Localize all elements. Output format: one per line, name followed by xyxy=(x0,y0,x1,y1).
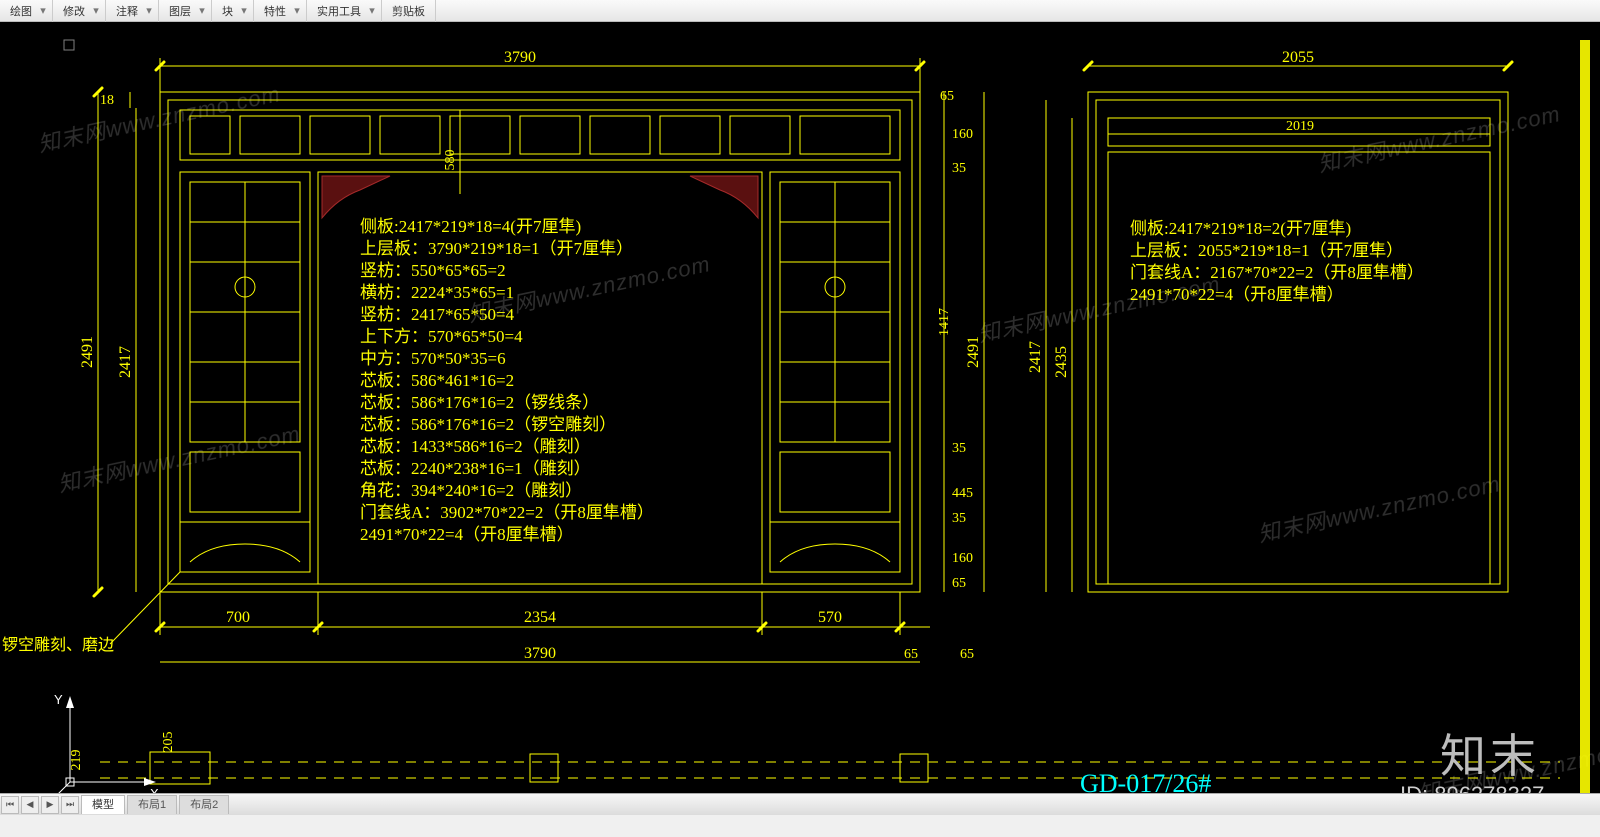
watermark-text: 知末网www.znzmo.com xyxy=(56,421,303,497)
svg-text:35: 35 xyxy=(952,441,966,456)
ucs-icon: Y X xyxy=(54,692,159,801)
panel-label: 绘图 xyxy=(4,3,38,19)
tab-nav-last[interactable]: ⏭ xyxy=(61,796,79,814)
svg-text:门套线A：2167*70*22=2（开8厘隼槽）: 门套线A：2167*70*22=2（开8厘隼槽） xyxy=(1130,263,1424,282)
svg-text:700: 700 xyxy=(226,609,250,626)
panel-blocks[interactable]: 块 ▾ xyxy=(212,0,254,22)
svg-text:角花：394*240*16=2（雕刻）: 角花：394*240*16=2（雕刻） xyxy=(360,481,582,500)
svg-text:219: 219 xyxy=(69,750,84,771)
svg-text:上下方：570*65*50=4: 上下方：570*65*50=4 xyxy=(360,327,523,346)
chevron-down-icon[interactable]: ▾ xyxy=(292,4,302,17)
spec-right: 侧板:2417*219*18=2(开7厘隼) 上层板：2055*219*18=1… xyxy=(1130,219,1424,304)
dim-top-w: 3790 xyxy=(504,49,536,66)
chevron-down-icon[interactable]: ▾ xyxy=(38,4,48,17)
dim-h1: 2491 xyxy=(79,336,96,368)
svg-text:芯板：2240*238*16=1（雕刻）: 芯板：2240*238*16=1（雕刻） xyxy=(360,459,591,478)
panel-layers[interactable]: 图层 ▾ xyxy=(159,0,212,22)
dim-header: 580 xyxy=(443,150,458,171)
panel-label: 块 xyxy=(216,3,239,19)
note-callout: 锣空雕刻、磨边 xyxy=(2,572,180,654)
drawing-canvas: 知末网www.znzmo.com 知末网www.znzmo.com 知末网www… xyxy=(0,22,1600,815)
svg-text:芯板：1433*586*16=2（雕刻）: 芯板：1433*586*16=2（雕刻） xyxy=(360,437,591,456)
chevron-down-icon[interactable]: ▾ xyxy=(239,4,249,17)
svg-text:竖枋：2417*65*50=4: 竖枋：2417*65*50=4 xyxy=(360,305,515,324)
svg-text:竖枋：550*65*65=2: 竖枋：550*65*65=2 xyxy=(360,261,506,280)
svg-text:35: 35 xyxy=(952,511,966,526)
dim-h2: 2417 xyxy=(117,346,134,378)
svg-text:芯板：586*176*16=2（锣线条）: 芯板：586*176*16=2（锣线条） xyxy=(360,393,599,412)
panel-label: 注释 xyxy=(110,3,144,19)
svg-text:2435: 2435 xyxy=(1053,346,1070,378)
layout-tab-bar: ⏮ ◀ ▶ ⏭ 模型 布局1 布局2 xyxy=(0,793,1600,815)
svg-text:横枋：2224*35*65=1: 横枋：2224*35*65=1 xyxy=(360,283,514,302)
tab-model[interactable]: 模型 xyxy=(81,795,125,814)
svg-text:445: 445 xyxy=(952,486,973,501)
svg-text:侧板:2417*219*18=4(开7厘隼): 侧板:2417*219*18=4(开7厘隼) xyxy=(360,217,581,236)
panel-annotate[interactable]: 注释 ▾ xyxy=(106,0,159,22)
brand-watermark: 知末 xyxy=(1440,730,1540,782)
svg-text:芯板：586*461*16=2: 芯板：586*461*16=2 xyxy=(360,371,514,390)
panel-draw[interactable]: 绘图 ▾ xyxy=(0,0,53,22)
panel-props[interactable]: 特性 ▾ xyxy=(254,0,307,22)
svg-text:2019: 2019 xyxy=(1286,119,1314,134)
svg-text:160: 160 xyxy=(952,127,973,142)
tab-nav-first[interactable]: ⏮ xyxy=(1,796,19,814)
svg-text:上层板：3790*219*18=1（开7厘隼）: 上层板：3790*219*18=1（开7厘隼） xyxy=(360,239,633,258)
model-viewport[interactable]: 知末网www.znzmo.com 知末网www.znzmo.com 知末网www… xyxy=(0,22,1600,815)
svg-text:芯板：586*176*16=2（锣空雕刻）: 芯板：586*176*16=2（锣空雕刻） xyxy=(360,415,616,434)
svg-text:35: 35 xyxy=(952,161,966,176)
svg-text:160: 160 xyxy=(952,551,973,566)
tab-nav-prev[interactable]: ◀ xyxy=(21,796,39,814)
dim-top-edge: 18 xyxy=(100,93,114,108)
svg-text:65: 65 xyxy=(904,647,918,662)
watermark-layer: 知末网www.znzmo.com 知末网www.znzmo.com 知末网www… xyxy=(36,81,1600,807)
tab-layout2[interactable]: 布局2 xyxy=(179,795,229,814)
dim-tr: 65 xyxy=(940,89,954,104)
svg-text:2417: 2417 xyxy=(1027,341,1044,373)
chevron-down-icon[interactable]: ▾ xyxy=(197,4,207,17)
svg-text:1417: 1417 xyxy=(937,308,952,336)
panel-label: 实用工具 xyxy=(311,3,367,19)
chevron-down-icon[interactable]: ▾ xyxy=(91,4,101,17)
chevron-down-icon[interactable]: ▾ xyxy=(367,4,377,17)
dim-rh: 2491 xyxy=(965,336,982,368)
svg-text:侧板:2417*219*18=2(开7厘隼): 侧板:2417*219*18=2(开7厘隼) xyxy=(1130,219,1351,238)
svg-text:2354: 2354 xyxy=(524,609,556,626)
panel-label: 图层 xyxy=(163,3,197,19)
svg-text:中方：570*50*35=6: 中方：570*50*35=6 xyxy=(360,349,506,368)
svg-text:Y: Y xyxy=(54,692,63,707)
panel-modify[interactable]: 修改 ▾ xyxy=(53,0,106,22)
ribbon-panel-bar: 绘图 ▾ 修改 ▾ 注释 ▾ 图层 ▾ 块 ▾ 特性 ▾ 实用工具 ▾ 剪贴板 xyxy=(0,0,1600,22)
svg-text:570: 570 xyxy=(818,609,842,626)
svg-text:2491*70*22=4（开8厘隼槽）: 2491*70*22=4（开8厘隼槽） xyxy=(360,525,574,544)
panel-utils[interactable]: 实用工具 ▾ xyxy=(307,0,382,22)
svg-text:2055: 2055 xyxy=(1282,49,1314,66)
watermark-text: 知末网www.znzmo.com xyxy=(1256,471,1503,547)
panel-label: 剪贴板 xyxy=(386,3,431,19)
watermark-text: 知末网www.znzmo.com xyxy=(976,271,1223,347)
svg-text:2491*70*22=4（开8厘隼槽）: 2491*70*22=4（开8厘隼槽） xyxy=(1130,285,1344,304)
panel-label: 修改 xyxy=(57,3,91,19)
tab-layout1[interactable]: 布局1 xyxy=(127,795,177,814)
svg-text:上层板：2055*219*18=1（开7厘隼）: 上层板：2055*219*18=1（开7厘隼） xyxy=(1130,241,1403,260)
viewport-grip[interactable] xyxy=(64,40,74,50)
panel-label: 特性 xyxy=(258,3,292,19)
plan-view: 219 205 xyxy=(69,732,1560,785)
svg-text:3790: 3790 xyxy=(524,645,556,662)
svg-text:205: 205 xyxy=(161,732,176,753)
watermark-text: 知末网www.znzmo.com xyxy=(1316,101,1563,177)
spec-left: 侧板:2417*219*18=4(开7厘隼) 上层板：3790*219*18=1… xyxy=(360,217,654,544)
panel-clipboard[interactable]: 剪贴板 xyxy=(382,0,436,22)
svg-text:65: 65 xyxy=(952,576,966,591)
viewport-edge xyxy=(1580,40,1590,815)
svg-text:锣空雕刻、磨边: 锣空雕刻、磨边 xyxy=(2,636,114,654)
chevron-down-icon[interactable]: ▾ xyxy=(144,4,154,17)
tab-nav-next[interactable]: ▶ xyxy=(41,796,59,814)
svg-text:65: 65 xyxy=(960,647,974,662)
dims-left: 3790 18 65 2491 2417 580 160 35 1417 35 … xyxy=(79,49,984,662)
svg-text:门套线A：3902*70*22=2（开8厘隼槽）: 门套线A：3902*70*22=2（开8厘隼槽） xyxy=(360,503,654,522)
